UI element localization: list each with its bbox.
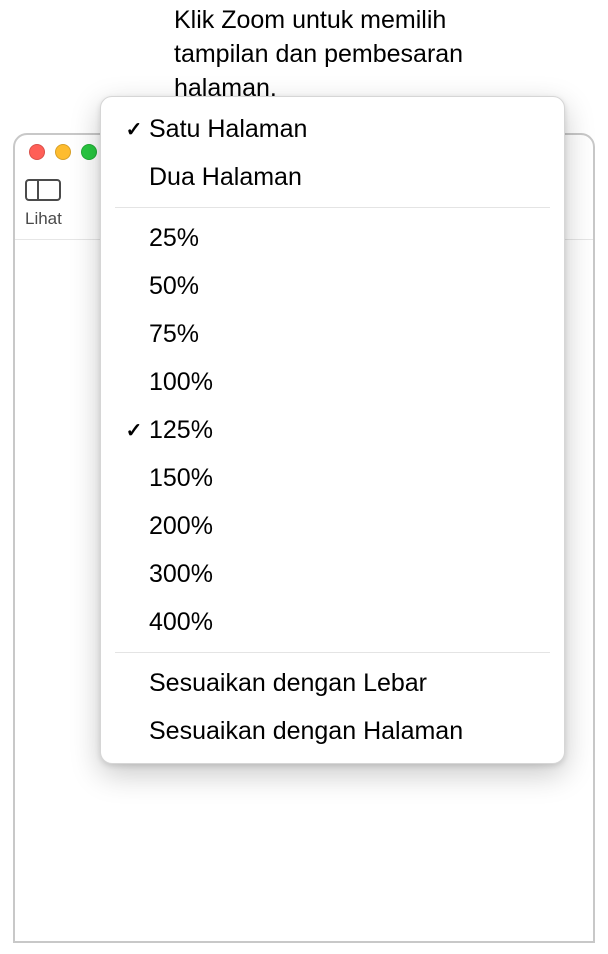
- menu-item-fit-page[interactable]: Sesuaikan dengan Halaman: [101, 707, 564, 755]
- menu-item-fit-width[interactable]: Sesuaikan dengan Lebar: [101, 659, 564, 707]
- checkmark-icon: ✓: [119, 274, 149, 299]
- maximize-window-button[interactable]: [81, 144, 97, 160]
- menu-item-zoom-100[interactable]: ✓ 100%: [101, 358, 564, 406]
- menu-item-label: 50%: [149, 272, 199, 301]
- menu-item-zoom-300[interactable]: ✓ 300%: [101, 550, 564, 598]
- menu-item-one-page[interactable]: ✓ Satu Halaman: [101, 105, 564, 153]
- menu-item-zoom-125[interactable]: ✓ 125%: [101, 406, 564, 454]
- checkmark-icon: ✓: [119, 370, 149, 395]
- menu-separator: [115, 652, 550, 653]
- annotation-text: Klik Zoom untuk memilih tampilan dan pem…: [174, 4, 534, 105]
- menu-item-label: 150%: [149, 464, 213, 493]
- checkmark-icon: ✓: [119, 226, 149, 251]
- checkmark-icon: ✓: [119, 466, 149, 491]
- menu-item-label: Dua Halaman: [149, 163, 302, 192]
- checkmark-icon: ✓: [119, 165, 149, 190]
- menu-item-label: 25%: [149, 224, 199, 253]
- menu-item-label: 125%: [149, 416, 213, 445]
- menu-item-zoom-400[interactable]: ✓ 400%: [101, 598, 564, 646]
- menu-separator: [115, 207, 550, 208]
- menu-item-zoom-200[interactable]: ✓ 200%: [101, 502, 564, 550]
- menu-item-two-pages[interactable]: ✓ Dua Halaman: [101, 153, 564, 201]
- checkmark-icon: ✓: [119, 117, 149, 142]
- checkmark-icon: ✓: [119, 322, 149, 347]
- view-toolbar-label: Lihat: [25, 209, 62, 229]
- view-icon: [25, 175, 61, 205]
- close-window-button[interactable]: [29, 144, 45, 160]
- menu-item-zoom-75[interactable]: ✓ 75%: [101, 310, 564, 358]
- menu-item-label: Satu Halaman: [149, 115, 307, 144]
- menu-item-label: Sesuaikan dengan Halaman: [149, 717, 463, 746]
- menu-item-label: Sesuaikan dengan Lebar: [149, 669, 427, 698]
- zoom-dropdown-menu: ✓ Satu Halaman ✓ Dua Halaman ✓ 25% ✓ 50%…: [100, 96, 565, 764]
- menu-item-label: 200%: [149, 512, 213, 541]
- menu-item-zoom-150[interactable]: ✓ 150%: [101, 454, 564, 502]
- menu-item-zoom-50[interactable]: ✓ 50%: [101, 262, 564, 310]
- checkmark-icon: ✓: [119, 418, 149, 443]
- menu-item-label: 400%: [149, 608, 213, 637]
- view-toolbar-item[interactable]: Lihat: [25, 169, 62, 229]
- menu-item-zoom-25[interactable]: ✓ 25%: [101, 214, 564, 262]
- menu-item-label: 100%: [149, 368, 213, 397]
- checkmark-icon: ✓: [119, 562, 149, 587]
- checkmark-icon: ✓: [119, 514, 149, 539]
- menu-item-label: 300%: [149, 560, 213, 589]
- minimize-window-button[interactable]: [55, 144, 71, 160]
- checkmark-icon: ✓: [119, 610, 149, 635]
- menu-item-label: 75%: [149, 320, 199, 349]
